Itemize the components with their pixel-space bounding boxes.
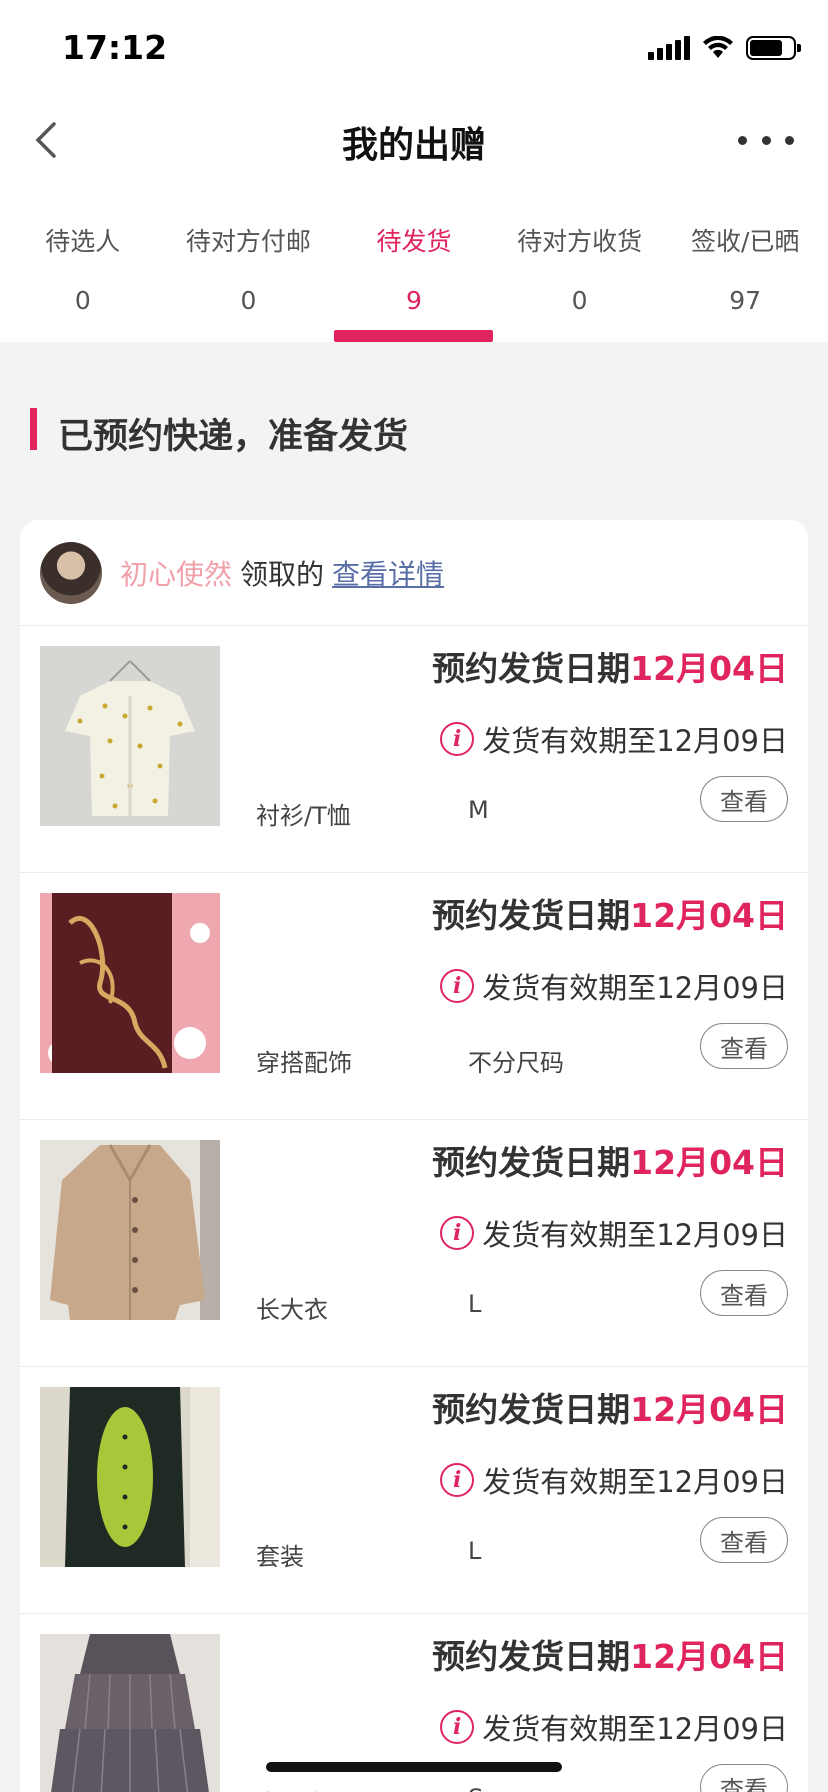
ship-date: 预约发货日期12月04日 — [432, 1136, 788, 1184]
item-category: 长大衣 — [256, 1296, 328, 1324]
tab-label: 待对方收货 — [517, 227, 643, 256]
info-icon: i — [440, 1216, 475, 1250]
status-time: 17:12 — [62, 28, 168, 67]
nav-bar: 我的出赠 — [0, 100, 828, 180]
wifi-icon — [703, 36, 733, 58]
active-tab-indicator — [334, 330, 493, 342]
order-card: 初心使然 领取的 查看详情 预约发货日期12月04日 i 发货有效期至12月09… — [20, 520, 808, 1792]
more-icon — [738, 135, 747, 145]
ship-date-label: 预约发货日期 — [432, 896, 631, 935]
tab-label: 待选人 — [45, 227, 121, 256]
item-image-dress[interactable] — [40, 1634, 220, 1792]
valid-text: 发货有效期至12月09日 — [482, 1465, 788, 1499]
list-item[interactable]: 预约发货日期12月04日 i 发货有效期至12月09日 长大衣 L 查看 — [20, 1120, 808, 1367]
status-tabs: 待选人 0 待对方付邮 0 待发货 9 待对方收货 0 签收/已晒 97 — [0, 180, 828, 342]
view-button[interactable]: 查看 — [700, 776, 788, 822]
ship-date-label: 预约发货日期 — [432, 649, 631, 688]
receiver-name[interactable]: 初心使然 — [120, 553, 232, 593]
item-category: 衬衫/T恤 — [256, 802, 351, 830]
section-title: 已预约快递，准备发货 — [58, 417, 409, 457]
valid-until: i 发货有效期至12月09日 — [440, 1212, 788, 1254]
status-icons — [648, 36, 801, 60]
tab-count: 0 — [240, 286, 257, 315]
home-indicator[interactable] — [266, 1762, 562, 1772]
ship-date-label: 预约发货日期 — [432, 1143, 631, 1182]
valid-text: 发货有效期至12月09日 — [482, 1712, 788, 1746]
item-size: 不分尺码 — [468, 1049, 564, 1077]
valid-until: i 发货有效期至12月09日 — [440, 965, 788, 1007]
item-size: S — [468, 1784, 483, 1792]
tab-signed[interactable]: 签收/已晒 97 — [662, 222, 828, 342]
tab-pending-ship[interactable]: 待发货 9 — [331, 222, 497, 342]
ship-date-label: 预约发货日期 — [432, 1390, 631, 1429]
page-title: 我的出赠 — [341, 125, 486, 166]
tab-count: 97 — [729, 286, 762, 315]
ship-date-label: 预约发货日期 — [432, 1637, 631, 1676]
ship-date: 预约发货日期12月04日 — [432, 889, 788, 937]
info-icon: i — [440, 1463, 475, 1497]
item-image-onesie[interactable] — [40, 1387, 220, 1567]
info-icon: i — [440, 722, 475, 756]
valid-until: i 发货有效期至12月09日 — [440, 718, 788, 760]
item-image-palette[interactable] — [40, 893, 220, 1073]
receiver-row: 初心使然 领取的 查看详情 — [20, 520, 808, 626]
tab-label: 待对方付邮 — [185, 227, 311, 256]
list-item[interactable]: 预约发货日期12月04日 i 发货有效期至12月09日 套装 L 查看 — [20, 1367, 808, 1614]
view-details-link[interactable]: 查看详情 — [332, 553, 444, 593]
valid-text: 发货有效期至12月09日 — [482, 1218, 788, 1252]
info-icon: i — [440, 1710, 475, 1744]
item-size: M — [468, 796, 489, 824]
item-category: 套装 — [256, 1543, 304, 1571]
ship-date-value: 12月04日 — [630, 649, 788, 688]
valid-until: i 发货有效期至12月09日 — [440, 1459, 788, 1501]
item-size: L — [468, 1537, 482, 1565]
valid-until: i 发货有效期至12月09日 — [440, 1706, 788, 1748]
section-header: 已预约快递，准备发货 — [0, 342, 828, 520]
more-button[interactable] — [738, 120, 794, 160]
tab-count: 9 — [406, 286, 422, 315]
status-bar: 17:12 — [0, 0, 828, 100]
valid-text: 发货有效期至12月09日 — [482, 971, 788, 1005]
receiver-action: 领取的 — [240, 557, 325, 591]
tab-pending-select[interactable]: 待选人 0 — [0, 222, 166, 342]
tab-count: 0 — [74, 286, 91, 315]
item-category: 直连衣裙 — [256, 1784, 352, 1792]
list-item[interactable]: 预约发货日期12月04日 i 发货有效期至12月09日 穿搭配饰 不分尺码 查看 — [20, 873, 808, 1120]
valid-text: 发货有效期至12月09日 — [482, 724, 788, 758]
item-image-coat[interactable] — [40, 1140, 220, 1320]
view-button[interactable]: 查看 — [700, 1270, 788, 1316]
tab-pending-postage[interactable]: 待对方付邮 0 — [166, 222, 332, 342]
ship-date-value: 12月04日 — [630, 896, 788, 935]
tab-label: 待发货 — [376, 227, 452, 256]
ship-date: 预约发货日期12月04日 — [432, 1383, 788, 1431]
item-image-blouse[interactable] — [40, 646, 220, 826]
item-size: L — [468, 1290, 482, 1318]
tab-label: 签收/已晒 — [690, 227, 800, 256]
ship-date: 预约发货日期12月04日 — [432, 1630, 788, 1678]
info-icon: i — [440, 969, 475, 1003]
ship-date: 预约发货日期12月04日 — [432, 642, 788, 690]
view-button[interactable]: 查看 — [700, 1764, 788, 1792]
view-button[interactable]: 查看 — [700, 1517, 788, 1563]
ship-date-value: 12月04日 — [630, 1143, 788, 1182]
tab-pending-receive[interactable]: 待对方收货 0 — [497, 222, 663, 342]
signal-icon — [648, 36, 690, 60]
item-category: 穿搭配饰 — [256, 1049, 352, 1077]
view-button[interactable]: 查看 — [700, 1023, 788, 1069]
tab-count: 0 — [571, 286, 588, 315]
section-accent-bar — [30, 408, 37, 450]
ship-date-value: 12月04日 — [630, 1390, 788, 1429]
battery-icon — [746, 36, 801, 60]
avatar[interactable] — [40, 541, 102, 604]
ship-date-value: 12月04日 — [630, 1637, 788, 1676]
list-item[interactable]: 预约发货日期12月04日 i 发货有效期至12月09日 衬衫/T恤 M 查看 — [20, 626, 808, 873]
header-area: 17:12 我的出赠 待选人 0 待对方付邮 0 待发货 9 待对方收货 0 签… — [0, 0, 828, 342]
